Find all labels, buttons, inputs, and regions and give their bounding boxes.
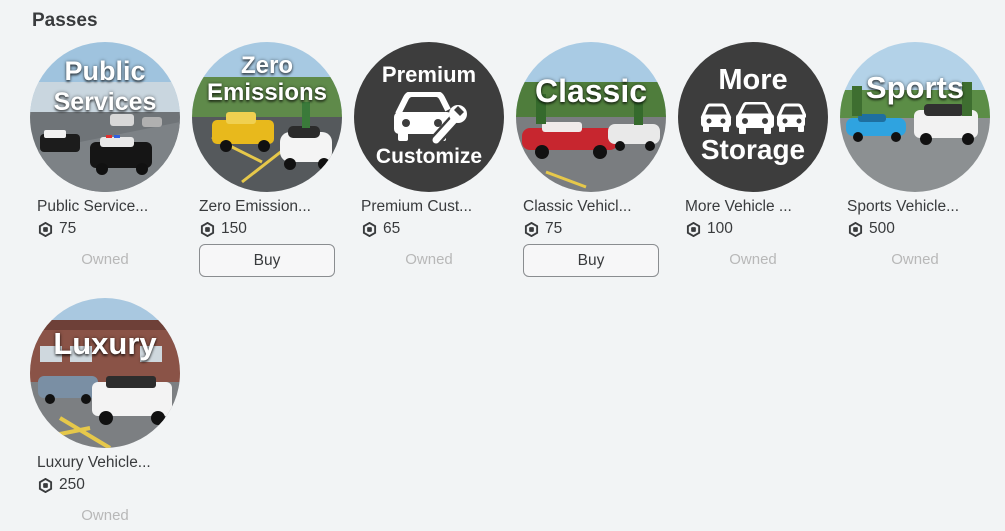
pass-name[interactable]: Sports Vehicle...	[847, 198, 987, 216]
pass-thumbnail[interactable]: More Storage	[678, 42, 828, 192]
price-value: 250	[59, 476, 85, 493]
scene-image	[516, 42, 666, 192]
price-value: 150	[221, 220, 247, 237]
pass-price: 75	[38, 220, 76, 238]
robux-icon	[848, 221, 863, 237]
robux-icon	[686, 221, 701, 237]
thumb-title-line-2: Customize	[375, 145, 483, 168]
robux-icon	[524, 221, 539, 237]
pass-card-luxury: Luxury Luxury Vehicle... 250 Owned	[30, 298, 180, 524]
scene-image	[840, 42, 990, 192]
pass-price: 250	[38, 476, 85, 494]
pass-card-zero-emissions: Zero Emissions Zero Emission... 150 Buy	[192, 42, 342, 277]
pass-card-public-services: Public Services Public Service... 75 Own…	[30, 42, 180, 268]
robux-icon	[362, 221, 377, 237]
thumb-title-line-2: Emissions	[206, 79, 328, 106]
pass-thumbnail[interactable]: Public Services	[30, 42, 180, 192]
pass-name[interactable]: Luxury Vehicle...	[37, 454, 177, 472]
price-value: 75	[545, 220, 563, 237]
pass-thumbnail[interactable]: Classic	[516, 42, 666, 192]
pass-name[interactable]: More Vehicle ...	[685, 198, 825, 216]
pass-price: 65	[362, 220, 400, 238]
pass-card-sports: Sports Sports Vehicle... 500 Owned	[840, 42, 990, 268]
thumb-title-line-2: Storage	[700, 134, 806, 165]
price-value: 65	[383, 220, 401, 237]
thumb-title-line-1: Classic	[534, 73, 648, 109]
price-value: 100	[707, 220, 733, 237]
buy-button[interactable]: Buy	[199, 244, 335, 277]
scene-image	[30, 298, 180, 448]
pass-price: 150	[200, 220, 247, 238]
price-value: 500	[869, 220, 895, 237]
pass-thumbnail[interactable]: Zero Emissions	[192, 42, 342, 192]
thumb-title-line-1: Sports	[865, 70, 965, 105]
thumb-title-line-1: Premium	[381, 62, 477, 87]
buy-button[interactable]: Buy	[523, 244, 659, 277]
pass-name[interactable]: Classic Vehicl...	[523, 198, 663, 216]
pass-thumbnail[interactable]: Premium Customize	[354, 42, 504, 192]
pass-card-classic: Classic Classic Vehicl... 75 Buy	[516, 42, 666, 277]
owned-label: Owned	[729, 251, 777, 268]
pass-name[interactable]: Zero Emission...	[199, 198, 339, 216]
pass-card-premium-customize: Premium Customize Premium Cust... 65 Own…	[354, 42, 504, 268]
owned-label: Owned	[81, 507, 129, 524]
thumb-title-line-1: More	[718, 64, 788, 96]
robux-icon	[200, 221, 215, 237]
pass-name[interactable]: Public Service...	[37, 198, 177, 216]
thumb-title-line-1: Public	[64, 56, 146, 86]
section-title: Passes	[32, 10, 98, 31]
pass-card-more-storage: More Storage More Vehicle ... 100 Owned	[678, 42, 828, 268]
car-icon	[394, 92, 467, 144]
pass-thumbnail[interactable]: Luxury	[30, 298, 180, 448]
owned-label: Owned	[405, 251, 453, 268]
pass-thumbnail[interactable]: Sports	[840, 42, 990, 192]
pass-price: 75	[524, 220, 562, 238]
pass-price: 500	[848, 220, 895, 238]
owned-label: Owned	[891, 251, 939, 268]
thumb-title-line-2: Services	[53, 88, 157, 116]
pass-price: 100	[686, 220, 733, 238]
robux-icon	[38, 221, 53, 237]
owned-label: Owned	[81, 251, 129, 268]
thumb-title-line-1: Luxury	[53, 326, 157, 361]
pass-name[interactable]: Premium Cust...	[361, 198, 501, 216]
car-icon	[700, 102, 806, 134]
robux-icon	[38, 477, 53, 493]
thumb-title-line-1: Zero	[240, 52, 293, 79]
price-value: 75	[59, 220, 77, 237]
